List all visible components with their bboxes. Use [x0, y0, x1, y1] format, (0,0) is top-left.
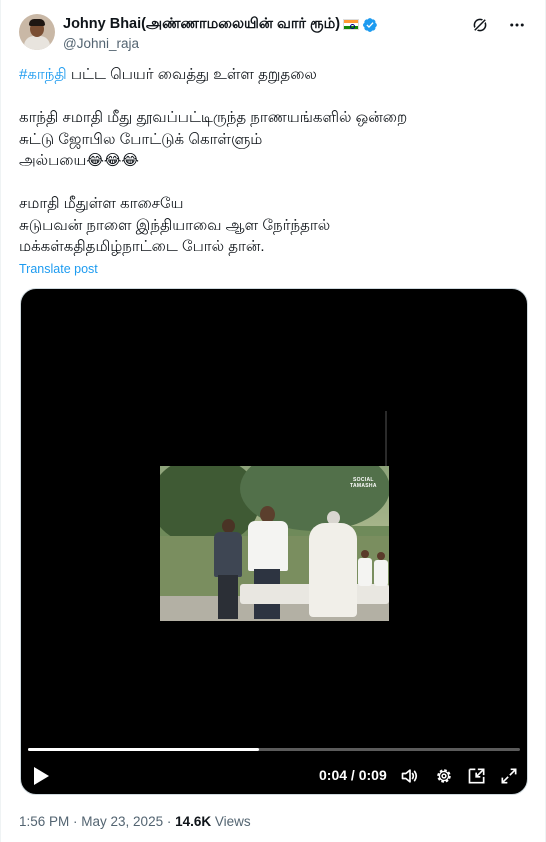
tweet-text: #காந்தி பட்ட பெயர் வைத்து உள்ள தறுதலை கா…: [19, 64, 529, 258]
tweet-line-5: சமாதி மீதுள்ள காசையே: [19, 195, 184, 212]
post-time[interactable]: 1:56 PM: [19, 814, 69, 829]
video-player[interactable]: SOCIAL TAMASHA 0:04 / 0:09: [20, 288, 528, 795]
settings-icon[interactable]: [434, 766, 454, 786]
verified-badge-icon[interactable]: [362, 17, 378, 33]
video-edge-sliver: [385, 411, 387, 466]
video-progress-fill: [28, 748, 260, 751]
tweet-card: Johny Bhai(அண்ணாமலையின் வார் ரூம்) @John…: [0, 0, 546, 842]
tweet-line-4: அல்பயை😂😂😂: [19, 152, 139, 169]
volume-icon[interactable]: [400, 766, 420, 786]
author-block: Johny Bhai(அண்ணாமலையின் வார் ரூம்) @John…: [63, 15, 378, 51]
name-row: Johny Bhai(அண்ணாமலையின் வார் ரூம்): [63, 15, 378, 34]
tweet-line-6: சுடுபவன் நாளை இந்தியாவை ஆள நேர்ந்தால்: [19, 216, 331, 234]
more-icon[interactable]: [508, 16, 526, 34]
tweet-line-7: மக்கள்கதிதமிழ்நாட்டை போல் தான்.: [19, 238, 265, 255]
handle[interactable]: @Johni_raja: [63, 36, 378, 51]
translate-post-link[interactable]: Translate post: [19, 262, 98, 276]
play-icon[interactable]: [31, 765, 51, 787]
pip-icon[interactable]: [467, 766, 487, 786]
views-label: Views: [211, 814, 251, 829]
tweet-header: Johny Bhai(அண்ணாமலையின் வார் ரூம்) @John…: [19, 12, 529, 52]
video-watermark: SOCIAL TAMASHA: [350, 477, 377, 489]
grok-icon[interactable]: [471, 16, 489, 34]
watermark-line-2: TAMASHA: [350, 483, 377, 489]
hashtag-link[interactable]: #காந்தி: [19, 66, 67, 83]
india-flag-icon: [343, 19, 360, 30]
fullscreen-icon[interactable]: [499, 766, 519, 786]
person-figure: [212, 519, 244, 621]
post-date[interactable]: May 23, 2025: [81, 814, 163, 829]
tweet-line-1: #காந்தி பட்ட பெயர் வைத்து உள்ள தறுதலை: [19, 64, 529, 86]
meta-separator: ·: [69, 814, 82, 829]
views-count: 14.6K: [175, 814, 212, 829]
person-figure: [358, 550, 372, 586]
video-progress-bar[interactable]: [28, 748, 520, 751]
duration: 0:09: [358, 767, 387, 783]
tweet-meta: 1:56 PM · May 23, 2025 · 14.6K Views: [19, 814, 251, 829]
person-figure: [374, 552, 388, 586]
tweet-line-2: காந்தி சமாதி மீது தூவப்பட்டிருந்த நாணயங்…: [19, 109, 408, 126]
display-name[interactable]: Johny Bhai(அண்ணாமலையின் வார் ரூம்): [63, 16, 340, 34]
meta-separator-2: ·: [163, 814, 176, 829]
video-time: 0:04 / 0:09: [319, 767, 387, 783]
avatar[interactable]: [19, 14, 55, 50]
current-time: 0:04: [319, 767, 348, 783]
tweet-line-1-text: பட்ட பெயர் வைத்து உள்ள தறுதலை: [66, 66, 317, 83]
time-separator: /: [347, 767, 359, 783]
video-frame[interactable]: SOCIAL TAMASHA: [160, 466, 389, 621]
tweet-line-3: சுட்டு ஜோபில போட்டுக் கொள்ளும்: [19, 130, 263, 148]
person-figure: [307, 511, 359, 621]
